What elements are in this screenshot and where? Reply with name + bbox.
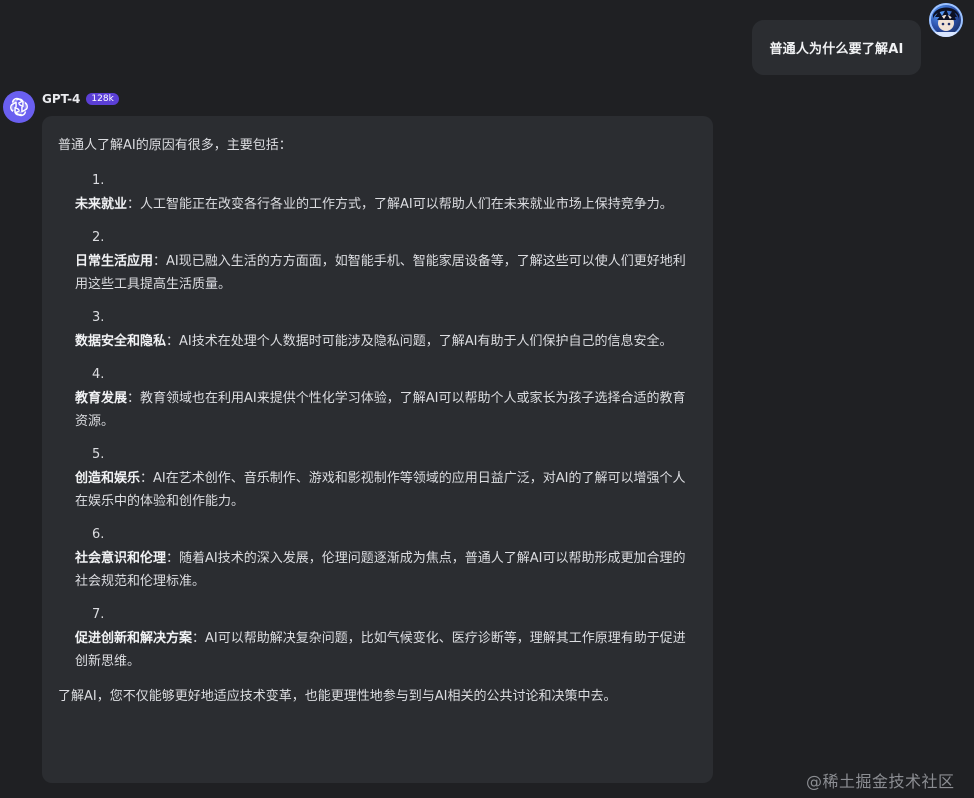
list-item-number: 5. xyxy=(92,447,105,462)
list-item-title: 日常生活应用 xyxy=(75,254,154,269)
context-length-badge: 128k xyxy=(86,93,119,105)
list-item-body: 促进创新和解决方案：AI可以帮助解决复杂问题，比如气候变化、医疗诊断等，理解其工… xyxy=(75,627,689,673)
list-item-title: 数据安全和隐私 xyxy=(75,334,167,349)
list-item: 4. 教育发展：教育领域也在利用AI来提供个性化学习体验，了解AI可以帮助个人或家… xyxy=(75,363,689,433)
watermark: @稀土掘金技术社区 xyxy=(806,772,955,791)
list-item-number: 2. xyxy=(92,230,105,245)
list-item-body: 日常生活应用：AI现已融入生活的方方面面，如智能手机、智能家居设备等，了解这些可… xyxy=(75,250,689,296)
chat-page: 普通人为什么要了解AI GPT-4 128k 普通人了解AI的原因有很多，主要包… xyxy=(0,0,974,798)
list-item-number: 4. xyxy=(92,367,105,382)
list-item-title: 社会意识和伦理 xyxy=(75,551,167,566)
list-item-number: 7. xyxy=(92,607,105,622)
list-item-text: ：AI技术在处理个人数据时可能涉及隐私问题，了解AI有助于人们保护自己的信息安全… xyxy=(166,334,673,349)
list-item-text: ：教育领域也在利用AI来提供个性化学习体验，了解AI可以帮助个人或家长为孩子选择… xyxy=(75,391,686,429)
assistant-model-name: GPT-4 xyxy=(42,92,81,106)
list-item-body: 未来就业：人工智能正在改变各行各业的工作方式，了解AI可以帮助人们在未来就业市场… xyxy=(75,193,689,216)
list-item-text: ：AI现已融入生活的方方面面，如智能手机、智能家居设备等，了解这些可以使人们更好… xyxy=(75,254,686,292)
list-item-number: 1. xyxy=(92,173,105,188)
reasons-list: 1. 未来就业：人工智能正在改变各行各业的工作方式，了解AI可以帮助人们在未来就业… xyxy=(58,169,689,673)
list-item-number: 3. xyxy=(92,310,105,325)
assistant-header: GPT-4 128k xyxy=(42,91,119,107)
list-item: 7. 促进创新和解决方案：AI可以帮助解决复杂问题，比如气候变化、医疗诊断等，理解… xyxy=(75,603,689,673)
list-item-title: 未来就业 xyxy=(75,197,128,212)
list-item-title: 教育发展 xyxy=(75,391,128,406)
list-item-title: 创造和娱乐 xyxy=(75,471,141,486)
answer-intro: 普通人了解AI的原因有很多，主要包括： xyxy=(58,138,292,153)
answer-conclusion: 了解AI，您不仅能够更好地适应技术变革，也能更理性地参与到与AI相关的公共讨论和… xyxy=(58,689,617,704)
list-item-text: ：人工智能正在改变各行各业的工作方式，了解AI可以帮助人们在未来就业市场上保持竞… xyxy=(127,197,673,212)
list-item: 1. 未来就业：人工智能正在改变各行各业的工作方式，了解AI可以帮助人们在未来就业… xyxy=(75,169,689,216)
user-message-bubble: 普通人为什么要了解AI xyxy=(752,20,921,75)
list-item: 5. 创造和娱乐：AI在艺术创作、音乐制作、游戏和影视制作等领域的应用日益广泛，对… xyxy=(75,443,689,513)
list-item: 6. 社会意识和伦理：随着AI技术的深入发展，伦理问题逐渐成为焦点，普通人了解AI… xyxy=(75,523,689,593)
list-item: 3. 数据安全和隐私：AI技术在处理个人数据时可能涉及隐私问题，了解AI有助于人们… xyxy=(75,306,689,353)
openai-logo-icon xyxy=(3,91,35,123)
list-item-body: 社会意识和伦理：随着AI技术的深入发展，伦理问题逐渐成为焦点，普通人了解AI可以… xyxy=(75,547,689,593)
list-item-number: 6. xyxy=(92,527,105,542)
user-message-text: 普通人为什么要了解AI xyxy=(769,42,904,57)
list-item-text: ：AI在艺术创作、音乐制作、游戏和影视制作等领域的应用日益广泛，对AI的了解可以… xyxy=(75,471,686,509)
list-item-title: 促进创新和解决方案 xyxy=(75,631,193,646)
user-avatar-icon[interactable] xyxy=(929,3,963,37)
assistant-message-bubble: 普通人了解AI的原因有很多，主要包括： 1. 未来就业：人工智能正在改变各行各业的… xyxy=(42,116,713,783)
list-item: 2. 日常生活应用：AI现已融入生活的方方面面，如智能手机、智能家居设备等，了解这… xyxy=(75,226,689,296)
list-item-body: 教育发展：教育领域也在利用AI来提供个性化学习体验，了解AI可以帮助个人或家长为… xyxy=(75,387,689,433)
list-item-body: 创造和娱乐：AI在艺术创作、音乐制作、游戏和影视制作等领域的应用日益广泛，对AI… xyxy=(75,467,689,513)
list-item-body: 数据安全和隐私：AI技术在处理个人数据时可能涉及隐私问题，了解AI有助于人们保护… xyxy=(75,330,689,353)
list-item-text: ：随着AI技术的深入发展，伦理问题逐渐成为焦点，普通人了解AI可以帮助形成更加合… xyxy=(75,551,686,589)
